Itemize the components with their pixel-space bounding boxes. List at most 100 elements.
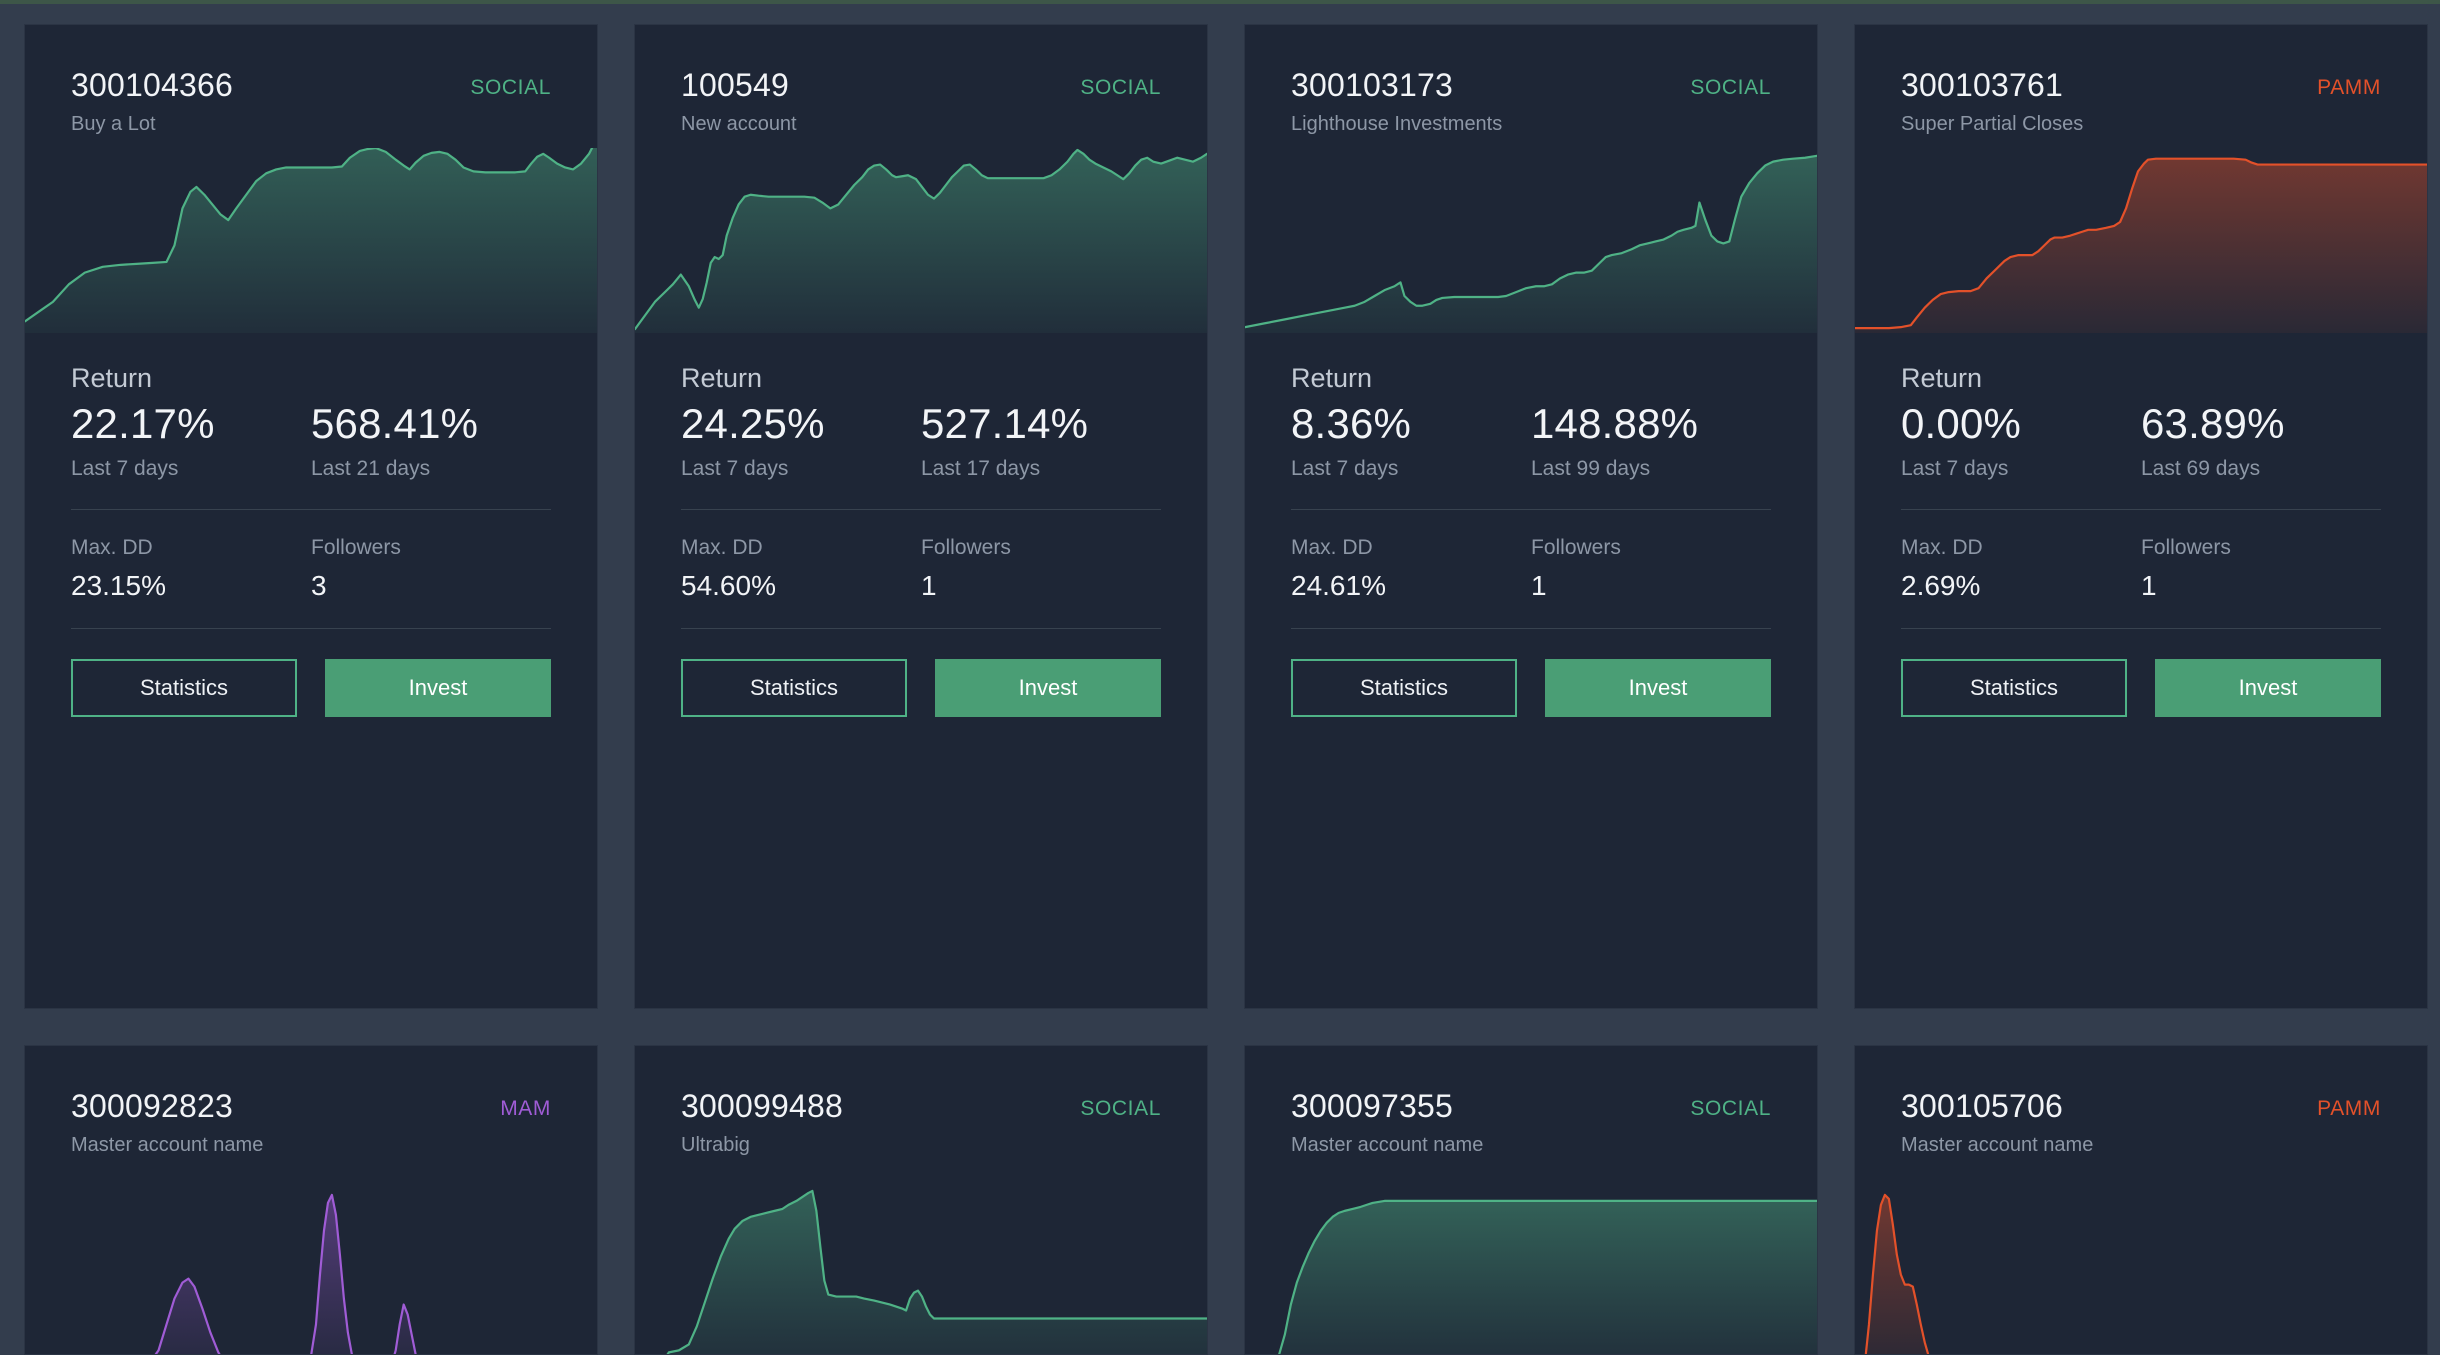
followers-value: 1 (1531, 569, 1547, 601)
account-type-badge: SOCIAL (1690, 76, 1771, 99)
account-id: 300092823 (71, 1088, 233, 1124)
card-header-left: 300097355 Master account name (1291, 1088, 1483, 1157)
equity-chart (635, 1175, 1207, 1354)
card-header-left: 300092823 Master account name (71, 1088, 263, 1157)
account-name: Lighthouse Investments (1291, 112, 1503, 135)
stats-divider-bottom (681, 627, 1161, 629)
stats-divider-bottom (1291, 627, 1771, 629)
account-id: 300103173 (1291, 67, 1453, 103)
strategy-card[interactable]: 300105706 Master account name PAMM (1854, 1045, 2428, 1355)
max-dd-label: Max. DD (71, 535, 153, 559)
return-long-value: 568.41% (311, 399, 479, 447)
strategy-card[interactable]: 300099488 Ultrabig SOCIAL (634, 1045, 1208, 1355)
statistics-button[interactable]: Statistics (1291, 658, 1517, 717)
return-short-col: 24.25% Last 7 days (681, 400, 921, 481)
return-long-caption: Last 17 days (921, 456, 1041, 480)
account-type-badge: SOCIAL (1080, 76, 1161, 99)
max-dd-col: Max. DD 2.69% (1901, 536, 2141, 602)
return-title: Return (681, 362, 763, 393)
account-name: Master account name (71, 1133, 264, 1156)
return-long-caption: Last 69 days (2141, 456, 2261, 480)
max-dd-value: 24.61% (1291, 569, 1386, 601)
card-header: 300105706 Master account name PAMM (1855, 1046, 2427, 1157)
return-long-value: 148.88% (1531, 399, 1699, 447)
invest-button[interactable]: Invest (1545, 658, 1771, 717)
card-header-left: 300103761 Super Partial Closes (1901, 67, 2083, 136)
return-short-caption: Last 7 days (1291, 456, 1399, 480)
equity-chart (1855, 1175, 2427, 1354)
equity-curve-svg (25, 1175, 597, 1354)
stats-divider-bottom (1901, 627, 2381, 629)
equity-curve-svg (1855, 148, 2427, 333)
invest-button[interactable]: Invest (2155, 658, 2381, 717)
max-dd-value: 2.69% (1901, 569, 1981, 601)
return-row: 22.17% Last 7 days 568.41% Last 21 days (71, 400, 551, 481)
equity-chart (25, 147, 597, 333)
card-header-left: 300104366 Buy a Lot (71, 67, 233, 136)
account-name: New account (681, 112, 797, 135)
equity-curve-svg (1245, 1175, 1817, 1354)
account-id: 100549 (681, 67, 789, 103)
statistics-button[interactable]: Statistics (71, 658, 297, 717)
return-long-value: 63.89% (2141, 399, 2285, 447)
stats-divider-top (1291, 508, 1771, 510)
strategy-card[interactable]: 300097355 Master account name SOCIAL (1244, 1045, 1818, 1355)
stats-divider-top (71, 508, 551, 510)
return-short-col: 8.36% Last 7 days (1291, 400, 1531, 481)
card-actions: Statistics Invest (1291, 658, 1771, 747)
return-short-value: 0.00% (1901, 399, 2022, 447)
account-type-badge: SOCIAL (1080, 1097, 1161, 1120)
invest-button[interactable]: Invest (935, 658, 1161, 717)
account-id: 300105706 (1901, 1088, 2063, 1124)
card-header: 300097355 Master account name SOCIAL (1245, 1046, 1817, 1157)
card-stats: Return 22.17% Last 7 days 568.41% Last 21 da… (25, 333, 597, 747)
max-dd-col: Max. DD 54.60% (681, 536, 921, 602)
equity-chart (1245, 148, 1817, 333)
return-long-caption: Last 21 days (311, 456, 431, 480)
strategy-card[interactable]: 300103761 Super Partial Closes PAMM Return 0… (1854, 24, 2428, 1009)
equity-chart (1245, 1175, 1817, 1354)
followers-label: Followers (311, 535, 401, 559)
equity-curve-svg (635, 148, 1207, 333)
account-id: 300104366 (71, 67, 233, 103)
statistics-button[interactable]: Statistics (1901, 658, 2127, 717)
return-short-value: 24.25% (681, 399, 825, 447)
followers-value: 3 (311, 569, 327, 601)
strategy-card[interactable]: 300103173 Lighthouse Investments SOCIAL Ret… (1244, 24, 1818, 1009)
return-short-col: 22.17% Last 7 days (71, 400, 311, 481)
secondary-stats-row: Max. DD 23.15% Followers 3 (71, 536, 551, 602)
strategy-card[interactable]: 100549 New account SOCIAL Return 24.25% Last … (634, 24, 1208, 1009)
strategy-card[interactable]: 300104366 Buy a Lot SOCIAL Return 22.17% Last… (24, 24, 598, 1009)
followers-col: Followers 1 (921, 536, 1161, 602)
card-header: 300099488 Ultrabig SOCIAL (635, 1046, 1207, 1157)
return-long-col: 63.89% Last 69 days (2141, 400, 2381, 481)
return-short-col: 0.00% Last 7 days (1901, 400, 2141, 481)
account-name: Master account name (1901, 1133, 2094, 1156)
max-dd-label: Max. DD (681, 535, 763, 559)
return-short-value: 22.17% (71, 399, 215, 447)
equity-curve-svg (635, 1175, 1207, 1354)
invest-button[interactable]: Invest (325, 658, 551, 717)
strategy-card[interactable]: 300092823 Master account name MAM (24, 1045, 598, 1355)
max-dd-value: 54.60% (681, 569, 776, 601)
return-title: Return (1291, 362, 1373, 393)
return-short-caption: Last 7 days (1901, 456, 2009, 480)
card-actions: Statistics Invest (1901, 658, 2381, 747)
return-short-value: 8.36% (1291, 399, 1412, 447)
card-header: 300092823 Master account name MAM (25, 1046, 597, 1157)
card-actions: Statistics Invest (681, 658, 1161, 747)
card-header: 300103173 Lighthouse Investments SOCIAL (1245, 25, 1817, 136)
stats-divider-bottom (71, 627, 551, 629)
statistics-button[interactable]: Statistics (681, 658, 907, 717)
followers-value: 1 (921, 569, 937, 601)
account-id: 300097355 (1291, 1088, 1453, 1124)
return-title: Return (71, 362, 153, 393)
return-long-col: 148.88% Last 99 days (1531, 400, 1771, 481)
account-type-badge: SOCIAL (470, 76, 551, 99)
card-header-left: 300105706 Master account name (1901, 1088, 2093, 1157)
equity-curve-svg (1855, 1175, 2427, 1354)
card-header-left: 300103173 Lighthouse Investments (1291, 67, 1502, 136)
return-row: 24.25% Last 7 days 527.14% Last 17 days (681, 400, 1161, 481)
secondary-stats-row: Max. DD 54.60% Followers 1 (681, 536, 1161, 602)
account-id: 300099488 (681, 1088, 843, 1124)
